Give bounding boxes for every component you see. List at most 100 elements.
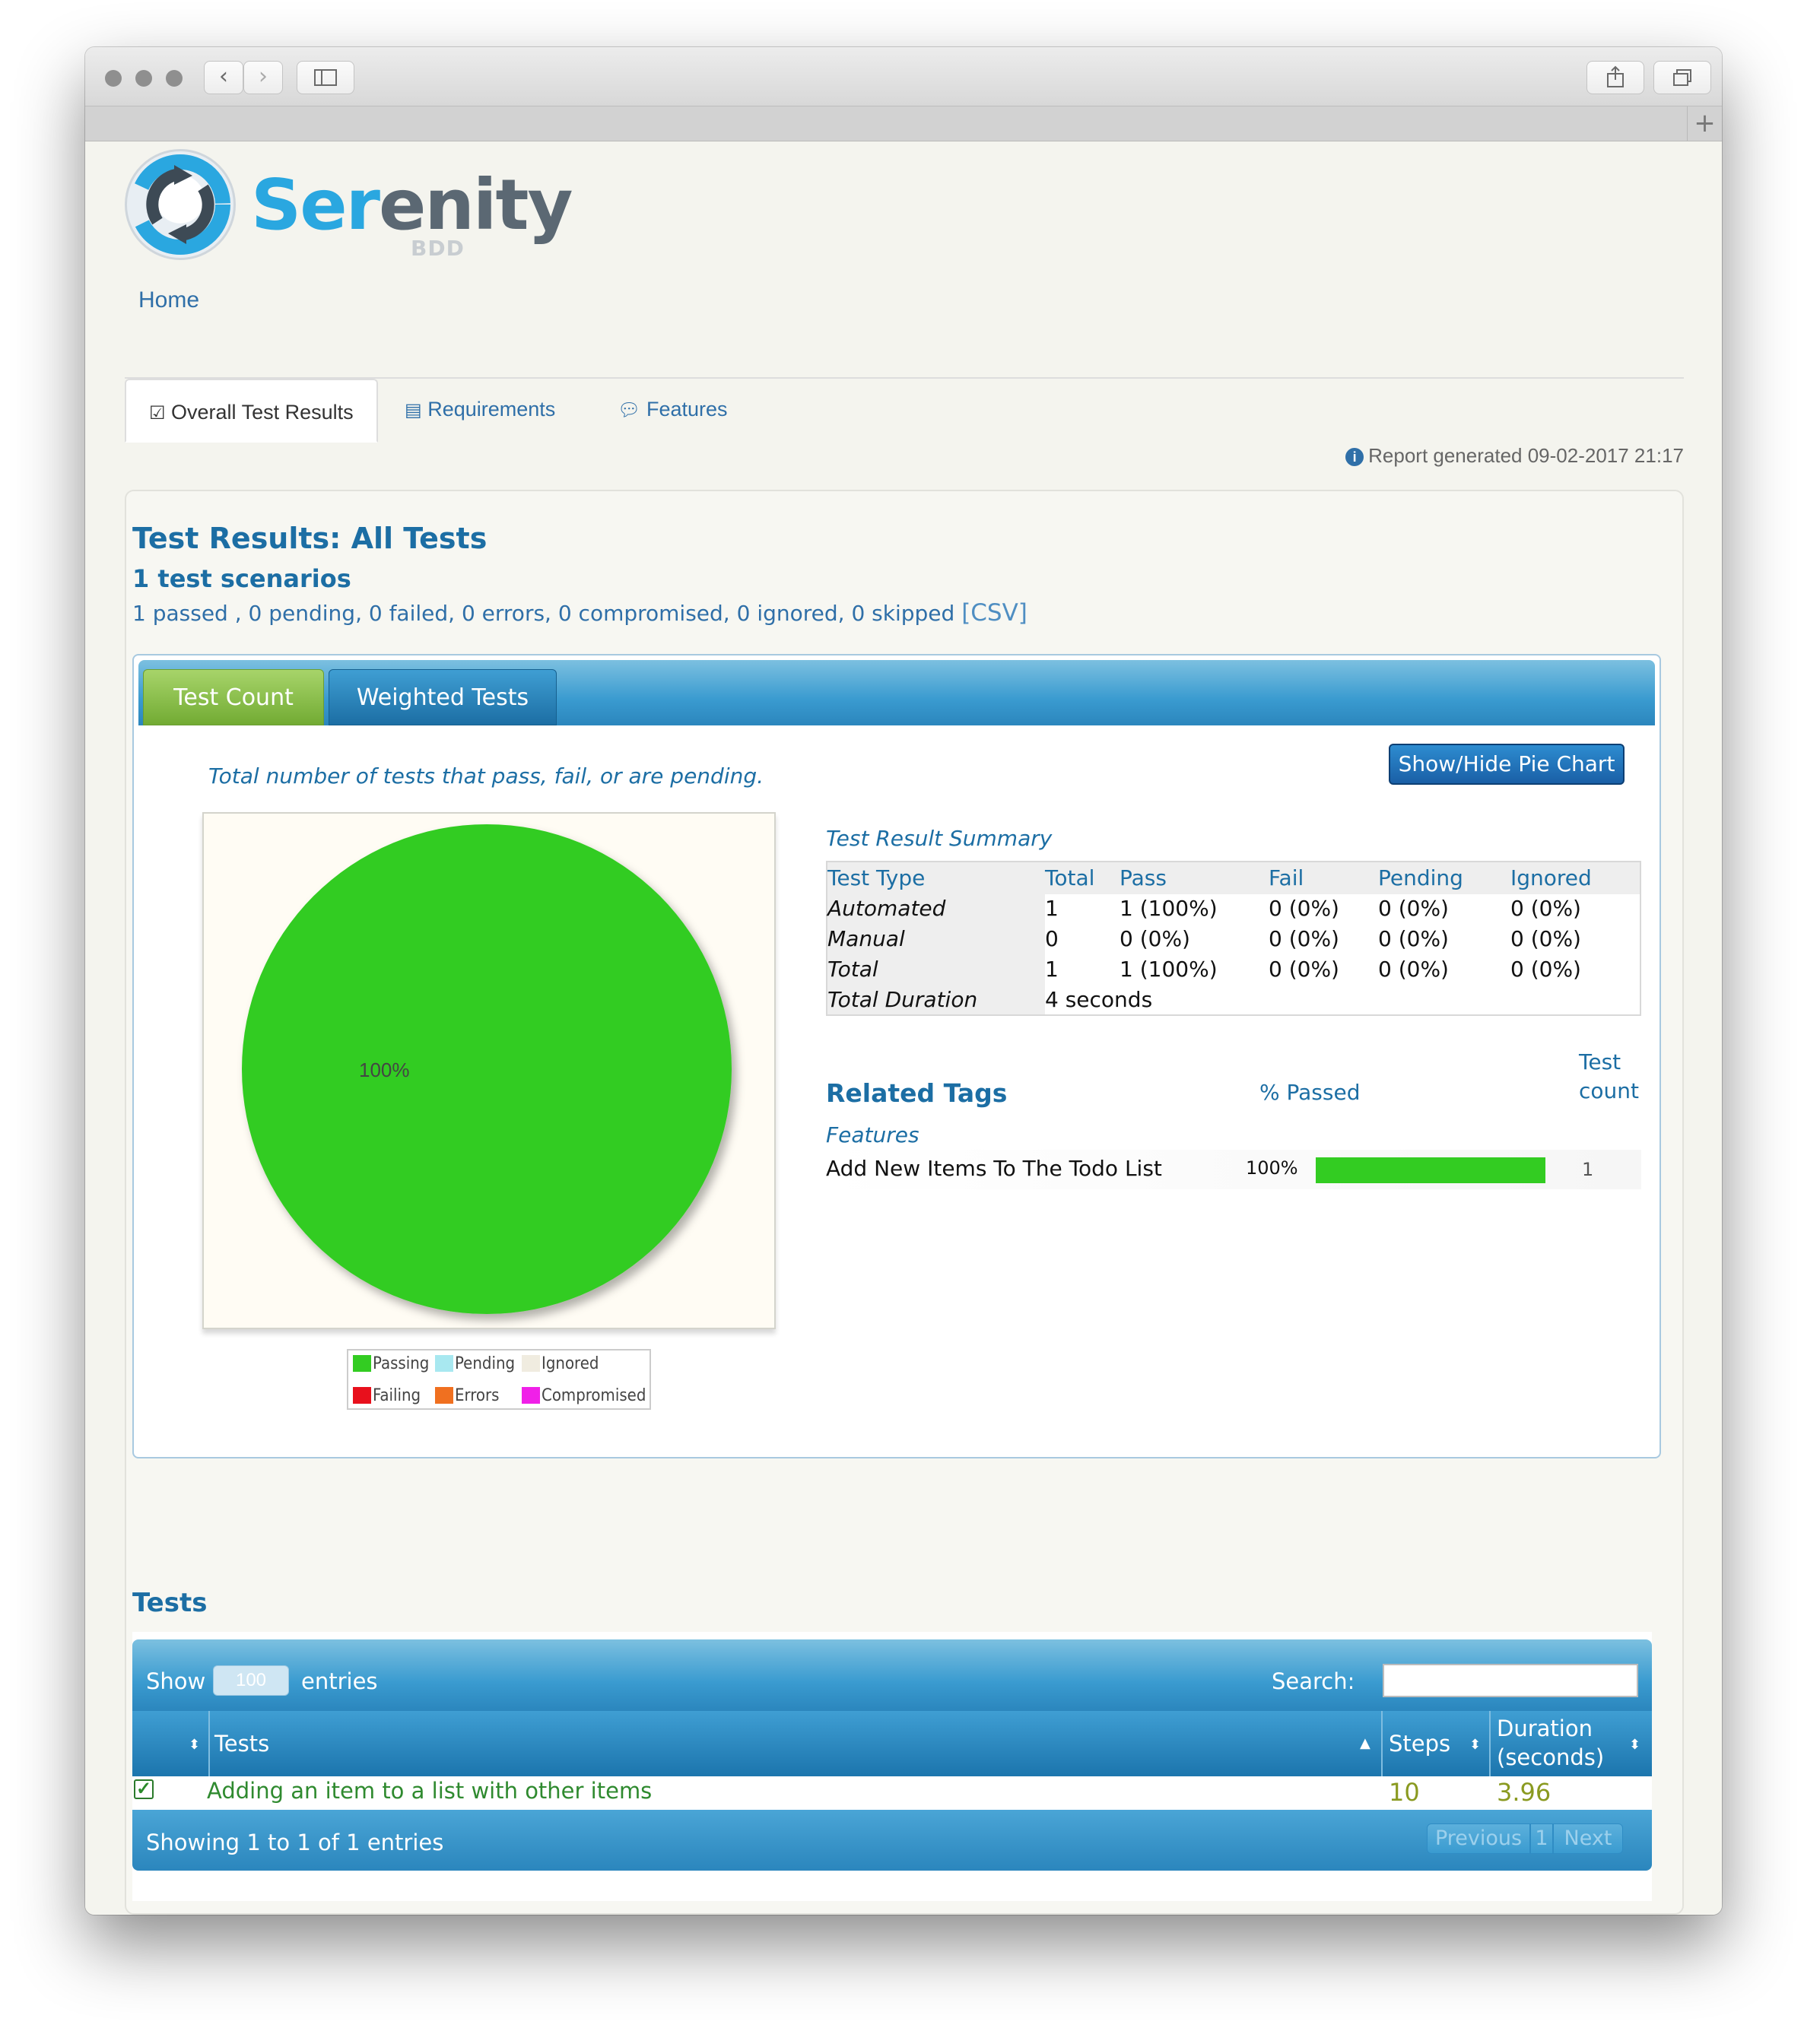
tab-test-count[interactable]: Test Count (143, 669, 324, 725)
related-tag-name[interactable]: Add New Items To The Todo List (826, 1156, 1162, 1181)
chart-container: Test Count Weighted Tests Total number o… (132, 654, 1661, 1458)
search-input[interactable] (1383, 1664, 1638, 1697)
related-tag-count: 1 (1582, 1159, 1594, 1180)
summary-cell: Manual (827, 926, 905, 951)
test-steps: 10 (1389, 1778, 1420, 1807)
legend-swatch-compromised (522, 1387, 540, 1404)
summary-cell: 0 (0%) (1510, 926, 1581, 951)
tab-overall-test-results[interactable]: ☑ Overall Test Results (125, 379, 378, 443)
pie-chart: 100% (242, 824, 732, 1314)
page-1-button[interactable]: 1 (1530, 1823, 1553, 1854)
summary-header-pass: Pass (1120, 865, 1167, 890)
summary-cell: 0 (1045, 926, 1059, 951)
summary-cell: Automated (827, 896, 946, 921)
browser-window: ‹ › + Serenity BDD Home ☑ Overall Test R… (85, 47, 1722, 1915)
share-icon (1607, 65, 1624, 87)
test-name-link[interactable]: Adding an item to a list with other item… (207, 1778, 652, 1804)
logo-wordmark: Serenity (251, 164, 573, 246)
serenity-logo-icon (125, 149, 236, 260)
summary-cell: 0 (0%) (1269, 957, 1339, 982)
related-tags-title: Related Tags (826, 1078, 1008, 1108)
legend-errors: Errors (455, 1386, 500, 1405)
next-page-button[interactable]: Next (1553, 1823, 1623, 1854)
entries-label: entries (301, 1668, 378, 1694)
sort-icon[interactable]: ⬍ (189, 1737, 200, 1753)
logo-subtitle: BDD (411, 236, 465, 261)
tab-requirements[interactable]: ▤ Requirements (382, 377, 578, 441)
entries-select[interactable]: 100 (213, 1665, 289, 1696)
chart-tabs-bar: Test Count Weighted Tests (138, 660, 1655, 725)
sidebar-icon (314, 69, 337, 86)
summary-cell: 1 (1045, 957, 1059, 982)
showing-entries-text: Showing 1 to 1 of 1 entries (146, 1830, 444, 1855)
zoom-window-button[interactable] (166, 70, 183, 87)
scenario-count: 1 test scenarios (132, 564, 351, 593)
tabs-overview-button[interactable] (1653, 61, 1711, 94)
new-tab-button[interactable]: + (1687, 106, 1722, 141)
summary-cell: 0 (0%) (1510, 896, 1581, 921)
tab-label: Overall Test Results (171, 401, 354, 424)
results-summary-line: 1 passed , 0 pending, 0 failed, 0 errors… (132, 599, 1027, 627)
summary-cell: 0 (0%) (1269, 926, 1339, 951)
pie-slice-passing (242, 824, 732, 1314)
column-header-duration-unit: (seconds) (1497, 1744, 1605, 1770)
back-button[interactable]: ‹ (204, 61, 243, 94)
comments-icon: 💬︎ (618, 400, 641, 421)
summary-cell: 1 (100%) (1120, 896, 1218, 921)
related-tags-group: Features (826, 1122, 919, 1147)
breadcrumb-home-link[interactable]: Home (138, 287, 199, 313)
tab-features[interactable]: 💬︎ Features (595, 377, 751, 441)
share-button[interactable] (1586, 61, 1644, 94)
tabs-overview-icon (1673, 69, 1691, 86)
legend-ignored: Ignored (542, 1354, 599, 1373)
show-label: Show (146, 1668, 206, 1694)
legend-swatch-errors (435, 1387, 453, 1404)
tab-strip: + (85, 106, 1722, 141)
close-window-button[interactable] (105, 70, 122, 87)
tab-label: Requirements (427, 398, 556, 421)
summary-cell: 0 (0%) (1120, 926, 1190, 951)
sort-icon[interactable]: ⬍ (1469, 1737, 1481, 1753)
tab-label: Features (646, 398, 728, 421)
summary-title: Test Result Summary (826, 826, 1053, 851)
legend-passing: Passing (373, 1354, 430, 1373)
passed-link[interactable]: 1 passed (132, 601, 228, 626)
column-header-tests[interactable]: Tests (214, 1731, 269, 1757)
summary-header-total: Total (1045, 865, 1095, 890)
summary-header-fail: Fail (1269, 865, 1304, 890)
sort-ascending-icon[interactable]: ▲ (1360, 1735, 1370, 1751)
chevron-right-icon: › (259, 63, 268, 90)
title-bar: ‹ › (85, 47, 1722, 106)
sort-icon[interactable]: ⬍ (1629, 1737, 1640, 1753)
related-tag-percent: 100% (1246, 1157, 1298, 1179)
summary-cell: 1 (100%) (1120, 957, 1218, 982)
toggle-pie-chart-button[interactable]: Show/Hide Pie Chart (1389, 744, 1625, 785)
legend-failing: Failing (373, 1386, 421, 1405)
check-square-icon: ✓ (134, 1779, 154, 1799)
count-header-line1: Test (1579, 1049, 1621, 1074)
total-duration-value: 4 seconds (1045, 987, 1153, 1012)
forward-button[interactable]: › (243, 61, 283, 94)
column-divider (208, 1711, 210, 1776)
column-header-duration[interactable]: Duration (1497, 1716, 1593, 1741)
info-icon: i (1345, 448, 1364, 466)
summary-cell: 0 (0%) (1378, 896, 1449, 921)
legend-swatch-pending (435, 1355, 453, 1372)
previous-page-button[interactable]: Previous (1427, 1823, 1530, 1854)
legend-swatch-passing (353, 1355, 371, 1372)
column-header-steps[interactable]: Steps (1389, 1731, 1450, 1757)
minimize-window-button[interactable] (135, 70, 152, 87)
summary-cell: 0 (0%) (1378, 926, 1449, 951)
chart-description: Total number of tests that pass, fail, o… (208, 763, 764, 789)
column-divider (1381, 1711, 1383, 1776)
passed-header: % Passed (1259, 1080, 1361, 1105)
summary-cell: 0 (0%) (1269, 896, 1339, 921)
checkbox-icon: ☑ (149, 403, 166, 424)
summary-header-ignored: Ignored (1510, 865, 1592, 890)
tab-weighted-tests[interactable]: Weighted Tests (329, 669, 557, 725)
pie-data-label: 100% (359, 1058, 410, 1081)
plus-icon: + (1694, 108, 1716, 138)
csv-link[interactable]: [CSV] (961, 599, 1027, 627)
sidebar-button[interactable] (297, 61, 354, 94)
count-header-line2: count (1579, 1078, 1639, 1103)
